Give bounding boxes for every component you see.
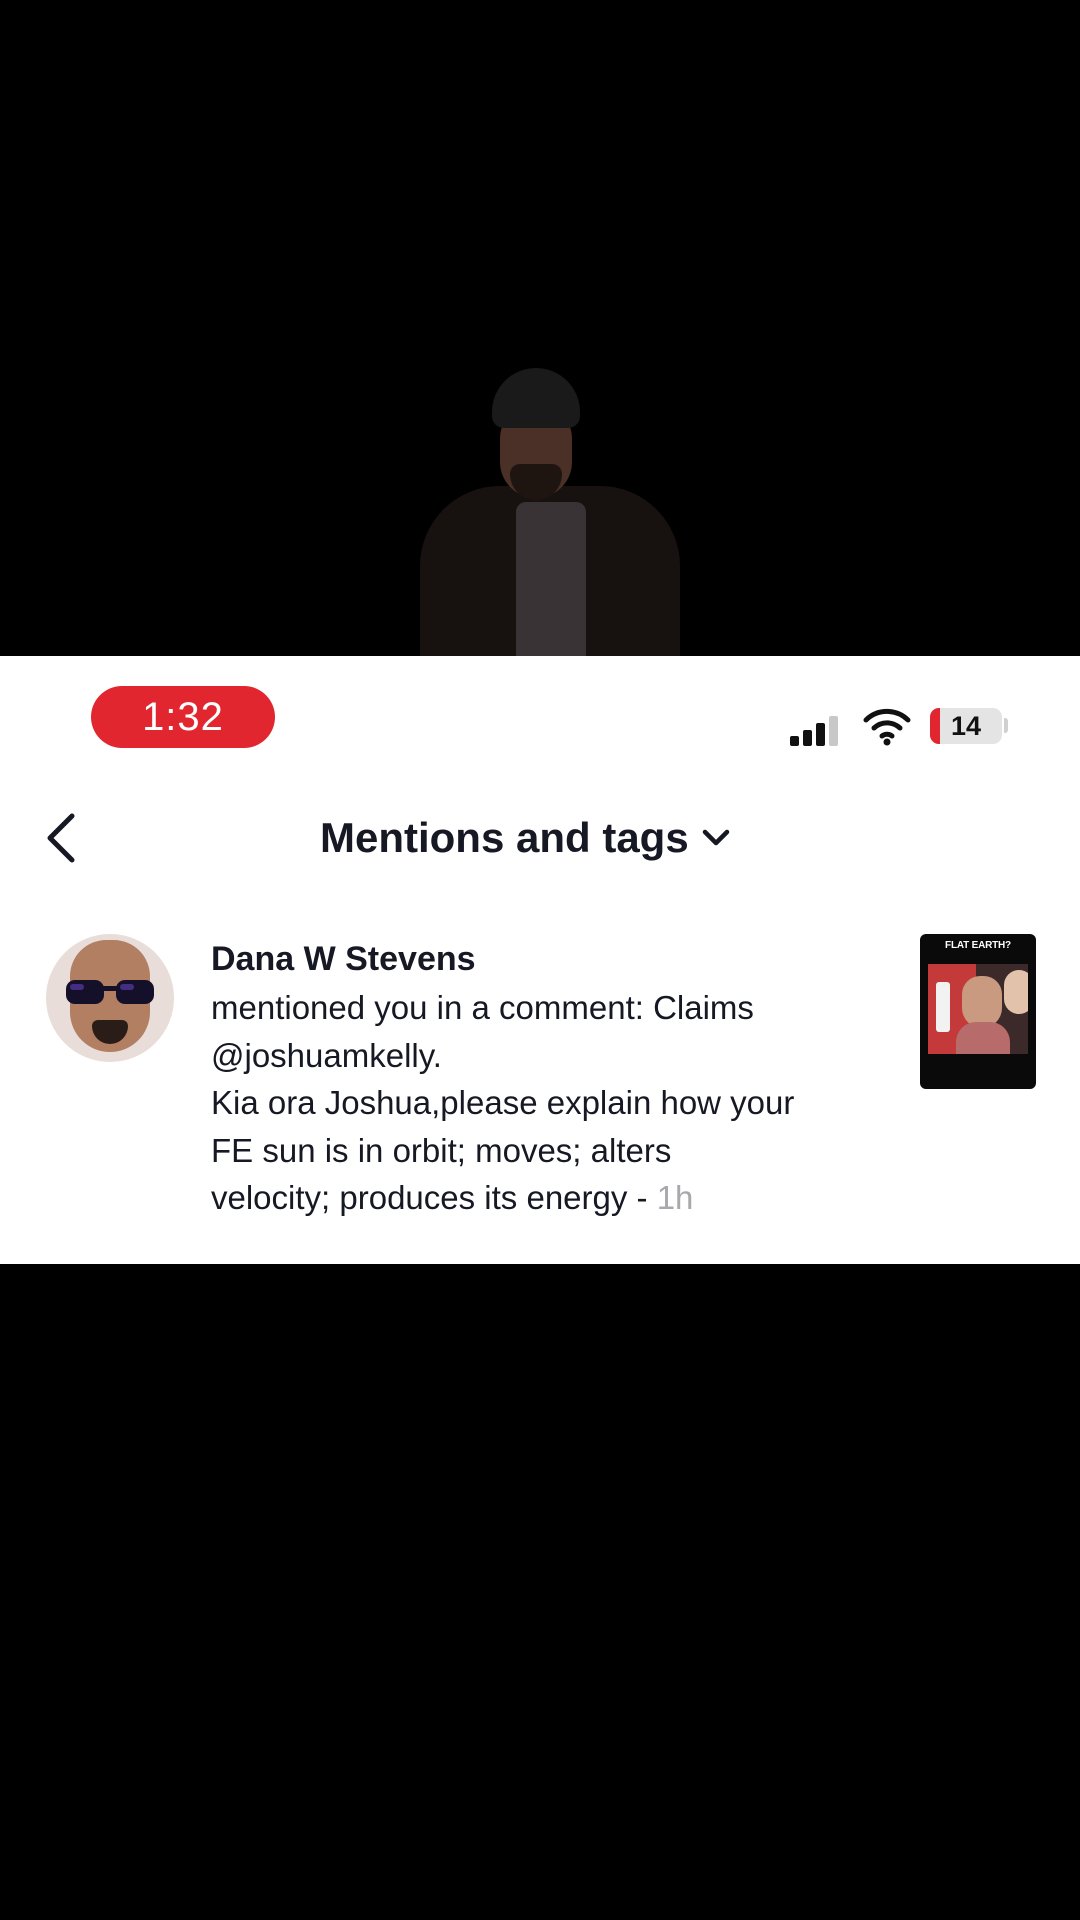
cellular-signal-icon xyxy=(790,714,842,746)
video-thumbnail[interactable]: FLAT EARTH? xyxy=(920,934,1036,1089)
battery-tip xyxy=(1004,718,1008,733)
notification-username[interactable]: Dana W Stevens xyxy=(211,934,476,984)
battery-indicator: 14 xyxy=(930,708,1002,744)
wifi-icon xyxy=(863,708,911,746)
notification-item[interactable]: Dana W Stevens mentioned you in a commen… xyxy=(0,934,1080,1254)
notifications-panel: 1:32 14 Mentions and tags Dana W Stevens… xyxy=(0,656,1080,1264)
back-button[interactable] xyxy=(38,806,88,870)
page-title: Mentions and tags xyxy=(320,814,689,861)
time-ago: 1h xyxy=(656,1179,694,1216)
notification-message: mentioned you in a comment: Claims @josh… xyxy=(211,984,901,1222)
avatar[interactable] xyxy=(46,934,174,1062)
message-line: Kia ora Joshua,please explain how your xyxy=(211,1084,795,1121)
thumbnail-caption: FLAT EARTH? xyxy=(945,940,1011,951)
message-line: velocity; produces its energy - xyxy=(211,1179,657,1216)
message-line: mentioned you in a comment: Claims xyxy=(211,989,754,1026)
status-time[interactable]: 1:32 xyxy=(91,686,275,748)
background-video xyxy=(0,0,1080,656)
sunglasses-graphic xyxy=(66,980,154,1004)
chevron-down-icon xyxy=(702,829,729,846)
message-line: FE sun is in orbit; moves; alters xyxy=(211,1131,672,1169)
message-line[interactable]: @joshuamkelly. xyxy=(211,1032,901,1080)
battery-level: 14 xyxy=(950,710,982,741)
message-line-last: velocity; produces its energy - 1h xyxy=(211,1174,901,1222)
header-dropdown[interactable]: Mentions and tags xyxy=(320,810,731,866)
video-person-figure xyxy=(420,368,680,656)
